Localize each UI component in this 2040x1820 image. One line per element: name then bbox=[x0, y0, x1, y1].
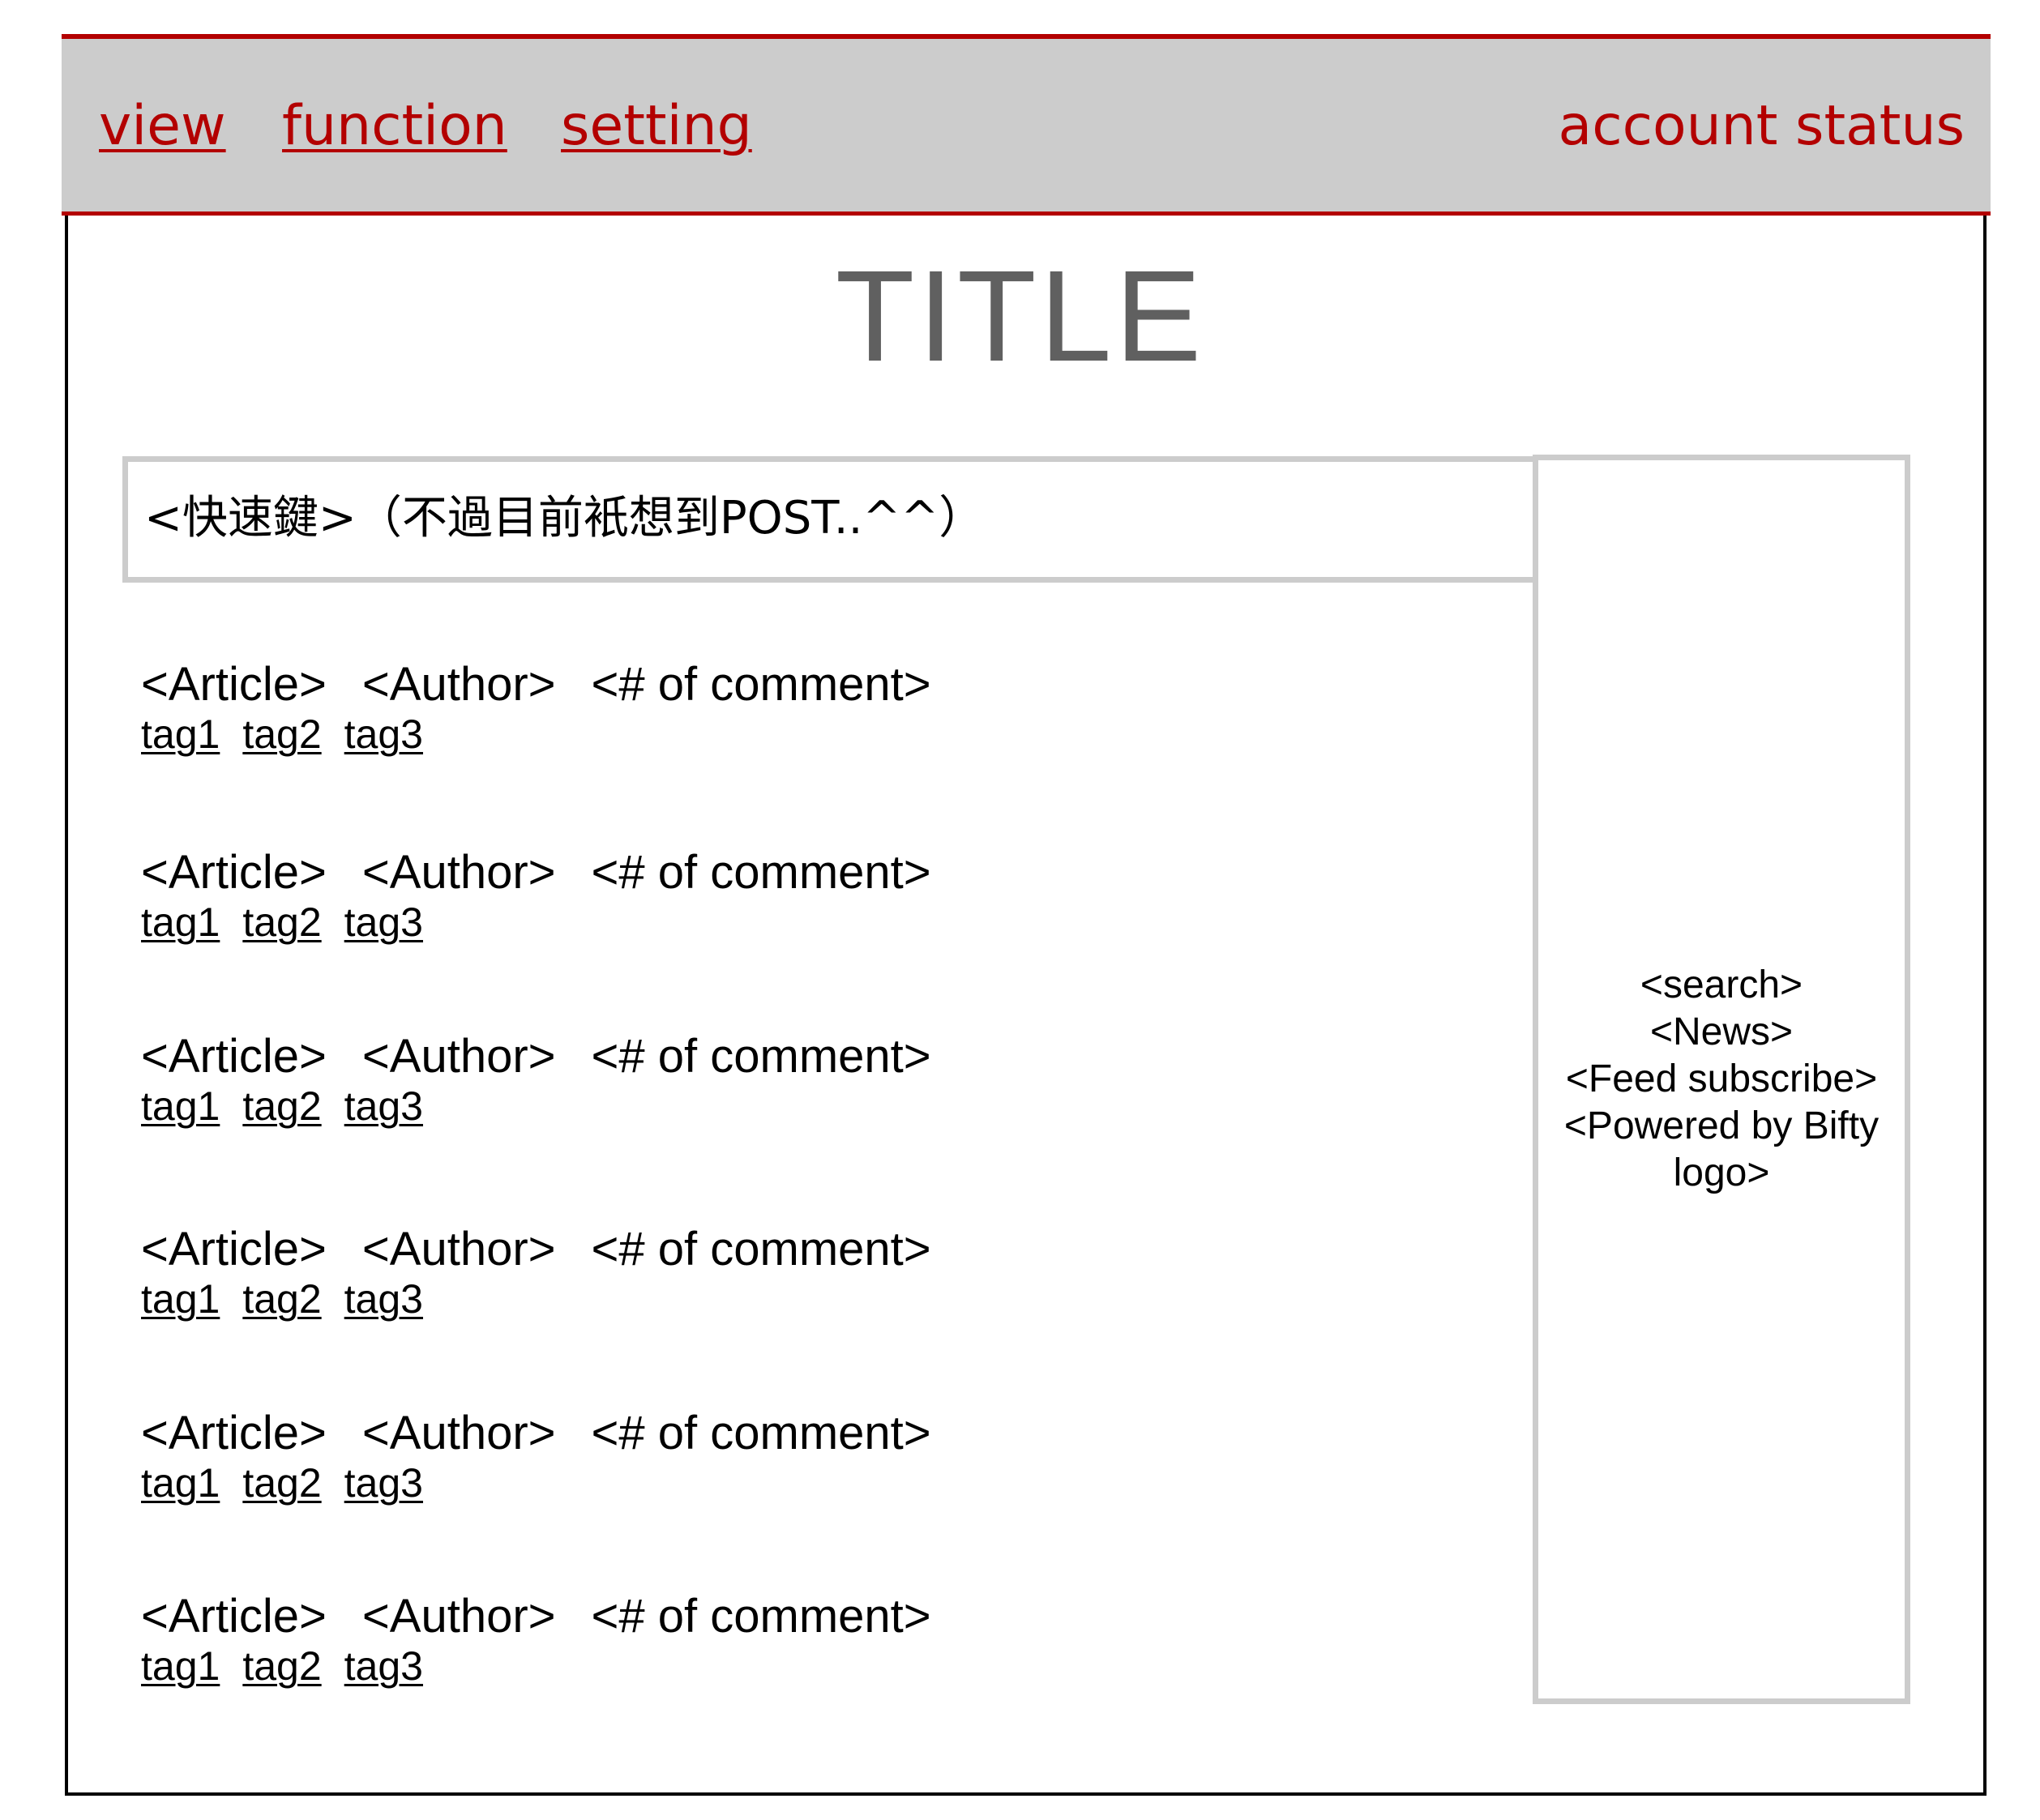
article-comment-count[interactable]: <# of comment> bbox=[592, 1591, 931, 1642]
tag-link[interactable]: tag1 bbox=[141, 1082, 220, 1130]
article-author[interactable]: <Author> bbox=[362, 660, 556, 710]
tag-line: tag1 tag2 tag3 bbox=[141, 898, 1357, 946]
tag-link[interactable]: tag2 bbox=[242, 1459, 321, 1507]
tag-line: tag1 tag2 tag3 bbox=[141, 710, 1357, 758]
tag-line: tag1 tag2 tag3 bbox=[141, 1642, 1357, 1690]
tag-link[interactable]: tag2 bbox=[242, 1082, 321, 1130]
sidebar: <search> <News> <Feed subscribe> <Powere… bbox=[1533, 455, 1910, 1704]
sidebar-feed-subscribe[interactable]: <Feed subscribe> bbox=[1538, 1056, 1905, 1103]
article-line: <Article> <Author> <# of comment> bbox=[141, 1408, 1357, 1459]
article-title[interactable]: <Article> bbox=[141, 1591, 327, 1642]
tag-link[interactable]: tag3 bbox=[344, 710, 423, 758]
article-comment-count[interactable]: <# of comment> bbox=[592, 1032, 931, 1082]
article-title[interactable]: <Article> bbox=[141, 660, 327, 710]
article-line: <Article> <Author> <# of comment> bbox=[141, 1032, 1357, 1082]
tag-link[interactable]: tag3 bbox=[344, 1082, 423, 1130]
article-title[interactable]: <Article> bbox=[141, 1224, 327, 1275]
article-row: <Article> <Author> <# of comment> tag1 tag2… bbox=[141, 660, 1357, 758]
article-title[interactable]: <Article> bbox=[141, 1408, 327, 1459]
article-row: <Article> <Author> <# of comment> tag1 tag2… bbox=[141, 1408, 1357, 1507]
tag-link[interactable]: tag3 bbox=[344, 1459, 423, 1507]
tag-link[interactable]: tag3 bbox=[344, 1275, 423, 1323]
account-status[interactable]: account status bbox=[1559, 99, 1965, 154]
tag-link[interactable]: tag1 bbox=[141, 1459, 220, 1507]
tag-line: tag1 tag2 tag3 bbox=[141, 1275, 1357, 1323]
article-row: <Article> <Author> <# of comment> tag1 tag2… bbox=[141, 848, 1357, 946]
article-line: <Article> <Author> <# of comment> bbox=[141, 1224, 1357, 1275]
article-line: <Article> <Author> <# of comment> bbox=[141, 848, 1357, 898]
article-line: <Article> <Author> <# of comment> bbox=[141, 660, 1357, 710]
article-author[interactable]: <Author> bbox=[362, 1408, 556, 1459]
tag-link[interactable]: tag1 bbox=[141, 1275, 220, 1323]
article-author[interactable]: <Author> bbox=[362, 1224, 556, 1275]
article-title[interactable]: <Article> bbox=[141, 1032, 327, 1082]
sidebar-news[interactable]: <News> bbox=[1538, 1009, 1905, 1056]
tag-link[interactable]: tag2 bbox=[242, 1275, 321, 1323]
tag-link[interactable]: tag1 bbox=[141, 710, 220, 758]
article-line: <Article> <Author> <# of comment> bbox=[141, 1591, 1357, 1642]
tag-link[interactable]: tag2 bbox=[242, 1642, 321, 1690]
tag-link[interactable]: tag3 bbox=[344, 898, 423, 946]
sidebar-search[interactable]: <search> bbox=[1538, 962, 1905, 1009]
article-title[interactable]: <Article> bbox=[141, 848, 327, 898]
sidebar-powered-by-logo: logo> bbox=[1673, 1151, 1770, 1194]
tag-link[interactable]: tag1 bbox=[141, 898, 220, 946]
article-author[interactable]: <Author> bbox=[362, 848, 556, 898]
article-row: <Article> <Author> <# of comment> tag1 tag2… bbox=[141, 1032, 1357, 1130]
article-comment-count[interactable]: <# of comment> bbox=[592, 660, 931, 710]
sidebar-powered-by: <Powered by Bifty bbox=[1563, 1104, 1880, 1147]
article-row: <Article> <Author> <# of comment> tag1 tag2… bbox=[141, 1224, 1357, 1323]
tag-link[interactable]: tag2 bbox=[242, 898, 321, 946]
article-author[interactable]: <Author> bbox=[362, 1032, 556, 1082]
tag-line: tag1 tag2 tag3 bbox=[141, 1082, 1357, 1130]
article-list: <Article> <Author> <# of comment> tag1 tag2… bbox=[141, 0, 1519, 1820]
article-author[interactable]: <Author> bbox=[362, 1591, 556, 1642]
article-comment-count[interactable]: <# of comment> bbox=[592, 1224, 931, 1275]
sidebar-list: <search> <News> <Feed subscribe> <Powere… bbox=[1538, 962, 1905, 1197]
tag-link[interactable]: tag2 bbox=[242, 710, 321, 758]
article-comment-count[interactable]: <# of comment> bbox=[592, 848, 931, 898]
tag-link[interactable]: tag1 bbox=[141, 1642, 220, 1690]
article-comment-count[interactable]: <# of comment> bbox=[592, 1408, 931, 1459]
tag-link[interactable]: tag3 bbox=[344, 1642, 423, 1690]
tag-line: tag1 tag2 tag3 bbox=[141, 1459, 1357, 1507]
article-row: <Article> <Author> <# of comment> tag1 tag2… bbox=[141, 1591, 1357, 1690]
